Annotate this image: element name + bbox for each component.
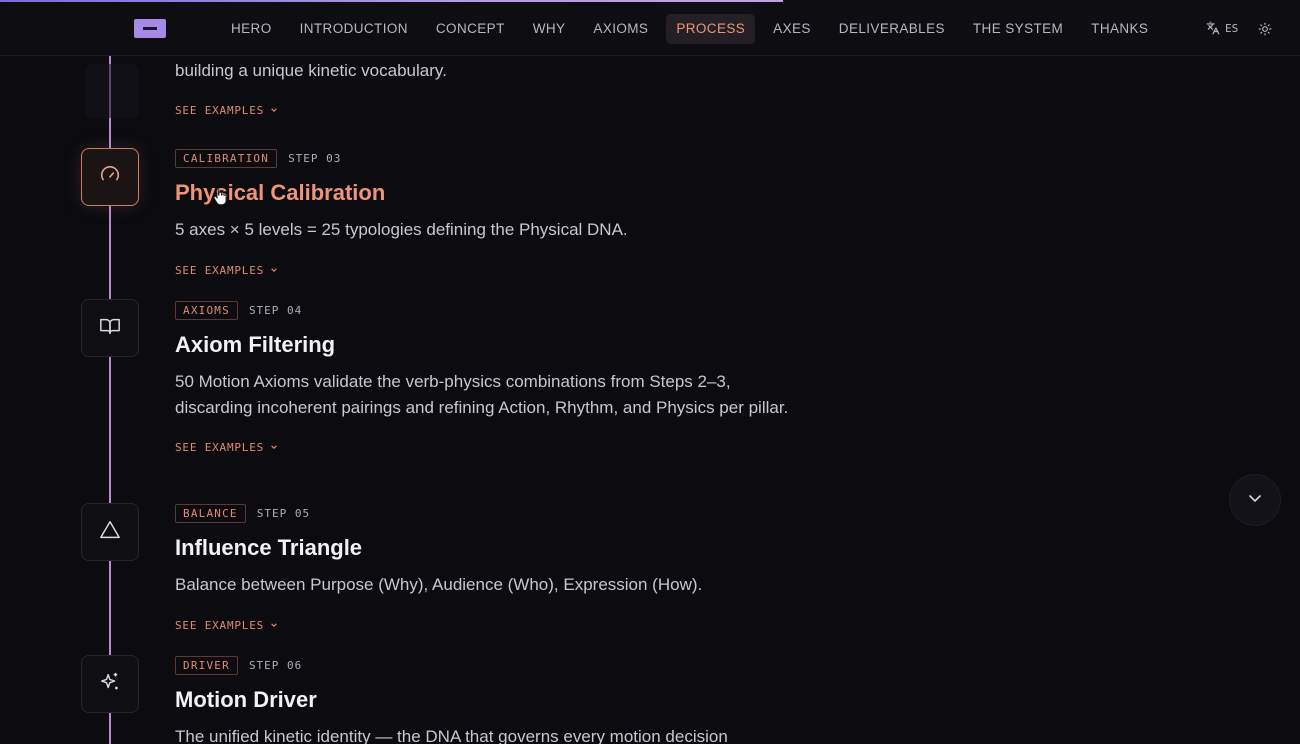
previous-step-icon: [85, 64, 139, 118]
language-toggle[interactable]: ES: [1206, 21, 1238, 35]
step-description: 5 axes × 5 levels = 25 typologies defini…: [175, 220, 628, 239]
step-03: CALIBRATION STEP 03 Physical Calibration…: [175, 148, 815, 277]
mouse-cursor-icon: [213, 187, 227, 210]
language-label: ES: [1225, 21, 1239, 35]
step-title[interactable]: Influence Triangle: [175, 535, 815, 561]
step-title[interactable]: Axiom Filtering: [175, 332, 815, 358]
step-06-icon-box[interactable]: [81, 655, 139, 713]
previous-step-see-examples[interactable]: SEE EXAMPLES: [175, 104, 278, 117]
triangle-icon: [99, 519, 121, 546]
step-number: STEP 05: [256, 506, 311, 520]
nav-links: HERO INTRODUCTION CONCEPT WHY AXIOMS PRO…: [221, 14, 1166, 44]
nav-link-hero[interactable]: HERO: [221, 14, 282, 44]
previous-step-description: building a unique kinetic vocabulary.: [175, 61, 447, 80]
step-number: STEP 03: [288, 151, 342, 165]
see-examples-label: SEE EXAMPLES: [175, 441, 265, 454]
nav-link-why[interactable]: WHY: [523, 14, 576, 44]
step-04: AXIOMS STEP 04 Axiom Filtering 50 Motion…: [175, 300, 815, 454]
step-number: STEP 04: [248, 303, 303, 317]
scroll-down-button[interactable]: [1229, 474, 1281, 526]
step-05-icon-box[interactable]: [81, 503, 139, 561]
step-title[interactable]: Motion Driver: [175, 687, 815, 713]
nav-link-introduction[interactable]: INTRODUCTION: [290, 14, 418, 44]
sun-icon: [1258, 22, 1272, 36]
see-examples-button[interactable]: SEE EXAMPLES: [175, 441, 815, 454]
chevron-down-icon: [270, 441, 278, 454]
step-06: DRIVER STEP 06 Motion Driver The unified…: [175, 655, 815, 744]
nav-link-axioms[interactable]: AXIOMS: [583, 14, 658, 44]
step-05: BALANCE STEP 05 Influence Triangle Balan…: [175, 503, 815, 632]
see-examples-label: SEE EXAMPLES: [175, 104, 265, 117]
nav-link-thanks[interactable]: THANKS: [1081, 14, 1158, 44]
book-icon: [99, 315, 121, 342]
nav-link-deliverables[interactable]: DELIVERABLES: [829, 14, 955, 44]
step-tag: AXIOMS: [175, 300, 238, 320]
gauge-icon: [99, 164, 121, 191]
sparkles-icon: [99, 671, 121, 698]
step-title[interactable]: Physical Calibration: [175, 180, 815, 206]
nav-link-axes[interactable]: AXES: [763, 14, 821, 44]
step-description: Balance between Purpose (Why), Audience …: [175, 575, 703, 594]
translate-icon: [1206, 21, 1220, 35]
step-tag: DRIVER: [175, 655, 238, 675]
logo[interactable]: [134, 19, 166, 38]
chevron-down-icon: [270, 264, 278, 277]
see-examples-label: SEE EXAMPLES: [175, 263, 265, 277]
theme-toggle[interactable]: [1258, 22, 1272, 36]
step-tag: BALANCE: [175, 503, 246, 523]
step-04-icon-box[interactable]: [81, 299, 139, 357]
nav-link-concept[interactable]: CONCEPT: [426, 14, 515, 44]
chevron-down-icon: [270, 619, 278, 632]
nav-link-process[interactable]: PROCESS: [666, 14, 756, 44]
top-navigation: HERO INTRODUCTION CONCEPT WHY AXIOMS PRO…: [0, 0, 1300, 56]
chevron-down-icon: [1247, 490, 1263, 511]
step-number: STEP 06: [248, 658, 303, 672]
see-examples-button[interactable]: SEE EXAMPLES: [175, 264, 815, 277]
step-description: 50 Motion Axioms validate the verb-physi…: [175, 372, 789, 417]
scroll-progress-bar: [0, 0, 783, 2]
nav-link-the-system[interactable]: THE SYSTEM: [963, 14, 1073, 44]
step-description: The unified kinetic identity — the DNA t…: [175, 727, 728, 744]
step-tag: CALIBRATION: [175, 148, 278, 168]
see-examples-label: SEE EXAMPLES: [175, 618, 265, 632]
chevron-down-icon: [270, 104, 278, 117]
see-examples-button[interactable]: SEE EXAMPLES: [175, 619, 815, 632]
step-03-icon-box[interactable]: [81, 148, 139, 206]
